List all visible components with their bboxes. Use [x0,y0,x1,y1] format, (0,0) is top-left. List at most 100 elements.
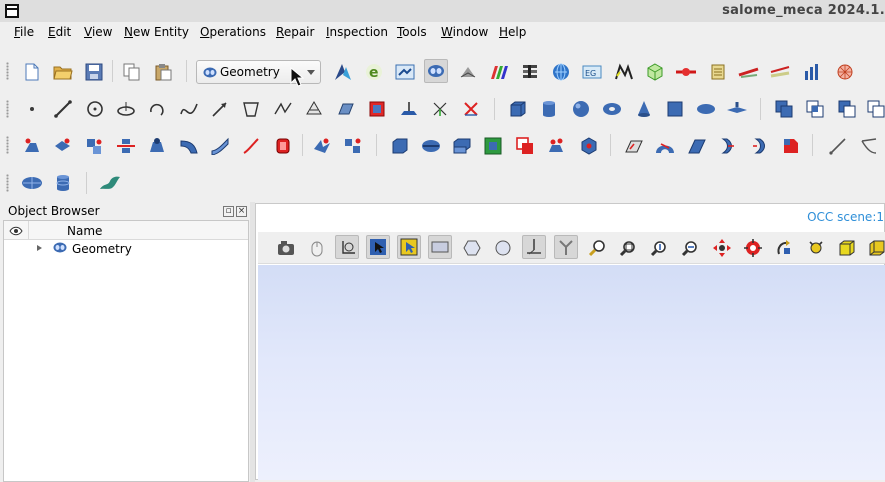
name-column-header[interactable]: Name [67,224,102,238]
hemisphere-icon[interactable] [20,171,44,195]
menu-help[interactable]: Help [499,25,526,39]
section-icon[interactable] [864,97,885,121]
select-icon[interactable] [366,235,390,259]
zoom-area-icon[interactable] [616,236,640,260]
toolbar-grip[interactable] [6,136,9,154]
select-highlight-icon[interactable] [397,235,421,259]
square-face-icon[interactable] [663,97,687,121]
arc-icon[interactable] [145,97,169,121]
box-icon[interactable] [506,97,530,121]
surface-icon[interactable] [98,171,122,195]
axis-icon[interactable] [522,235,546,259]
edge-icon[interactable] [239,134,263,158]
line-icon[interactable] [51,97,75,121]
menu-view[interactable]: View [84,25,112,39]
compound-icon[interactable] [450,134,474,158]
menu-repair[interactable]: Repair [276,25,314,39]
check-icon[interactable] [779,134,803,158]
close-icon[interactable]: × [236,206,247,217]
global-pan-icon[interactable] [741,236,765,260]
yacs-icon[interactable]: EG [580,60,604,84]
wire-icon[interactable] [271,134,295,158]
circle-select-icon[interactable] [491,236,515,260]
rectangle-icon[interactable] [365,97,389,121]
dump-view-icon[interactable] [274,236,298,260]
disk-icon[interactable] [694,97,718,121]
solid-icon[interactable] [419,134,443,158]
curve-icon[interactable] [177,97,201,121]
menu-file[interactable]: File [14,25,34,39]
eye-icon[interactable] [9,225,23,239]
rotate-center-icon[interactable] [804,236,828,260]
rotate-icon[interactable] [772,236,796,260]
scroll-icon[interactable] [737,60,761,84]
toolbar-grip[interactable] [6,62,9,80]
paravis-icon[interactable] [331,60,355,84]
pipe-icon[interactable] [706,60,730,84]
fillet2d-icon[interactable] [716,134,740,158]
filling-icon[interactable] [145,134,169,158]
shell-icon[interactable] [388,134,412,158]
bars-icon[interactable] [800,60,824,84]
marker-icon[interactable] [397,97,421,121]
pan-icon[interactable] [710,236,734,260]
sewing-icon[interactable] [577,134,601,158]
zoom-icon[interactable] [647,236,671,260]
cut-icon[interactable] [835,97,859,121]
plane-icon[interactable] [239,97,263,121]
pipe-sweep-icon[interactable] [177,134,201,158]
angle-icon[interactable] [857,134,881,158]
point-icon[interactable] [20,97,44,121]
ellipse-icon[interactable] [114,97,138,121]
polygon-select-icon[interactable] [460,236,484,260]
eficas-icon[interactable]: e [362,60,386,84]
viewer-tab[interactable]: OCC scene:1 [807,210,884,224]
window-menu-icon[interactable] [5,4,19,18]
sphere-icon[interactable] [569,97,593,121]
cone-icon[interactable] [632,97,656,121]
asterstudy-icon[interactable] [674,60,698,84]
vector-icon[interactable] [208,97,232,121]
menu-tools[interactable]: Tools [397,25,427,39]
object-browser-tree[interactable]: Name Geometry [3,220,249,482]
fields-icon[interactable] [643,60,667,84]
annulus-icon[interactable] [725,97,749,121]
fuse-icon[interactable] [772,97,796,121]
shaper-icon[interactable] [393,60,417,84]
revolve-icon[interactable] [51,134,75,158]
face-icon[interactable] [334,97,358,121]
homard-icon[interactable] [487,60,511,84]
menu-inspection[interactable]: Inspection [326,25,388,39]
lcs-icon[interactable] [271,97,295,121]
save-icon[interactable] [82,60,106,84]
sketch-icon[interactable] [302,97,326,121]
axes-icon[interactable] [428,97,452,121]
medcalc-icon[interactable] [612,60,636,84]
open-folder-icon[interactable] [51,60,75,84]
menu-window[interactable]: Window [441,25,488,39]
arch-icon[interactable] [622,134,646,158]
mesh-icon[interactable] [456,60,480,84]
dim-icon[interactable] [459,97,483,121]
glue-icon[interactable] [513,134,537,158]
circle-icon[interactable] [83,97,107,121]
lattice-icon[interactable] [833,60,857,84]
smeca-icon[interactable] [518,60,542,84]
translate-icon[interactable] [82,134,106,158]
zoom-fit-icon[interactable] [585,236,609,260]
jobmanager-icon[interactable] [549,60,573,84]
scale-icon[interactable] [310,134,334,158]
zoom-in-icon[interactable] [678,236,702,260]
geometry-icon[interactable] [424,59,448,83]
expand-arrow-icon[interactable] [37,245,42,251]
toolbar-grip[interactable] [6,100,9,118]
front-view-icon[interactable] [835,236,859,260]
chamfer-icon[interactable] [685,134,709,158]
fork-icon[interactable] [554,235,578,259]
database-icon[interactable] [51,171,75,195]
menu-new-entity[interactable]: New Entity [124,25,189,39]
menu-edit[interactable]: Edit [48,25,71,39]
toolbar-grip[interactable] [6,174,9,192]
paste-icon[interactable] [151,60,175,84]
rect-select-icon[interactable] [428,235,452,259]
